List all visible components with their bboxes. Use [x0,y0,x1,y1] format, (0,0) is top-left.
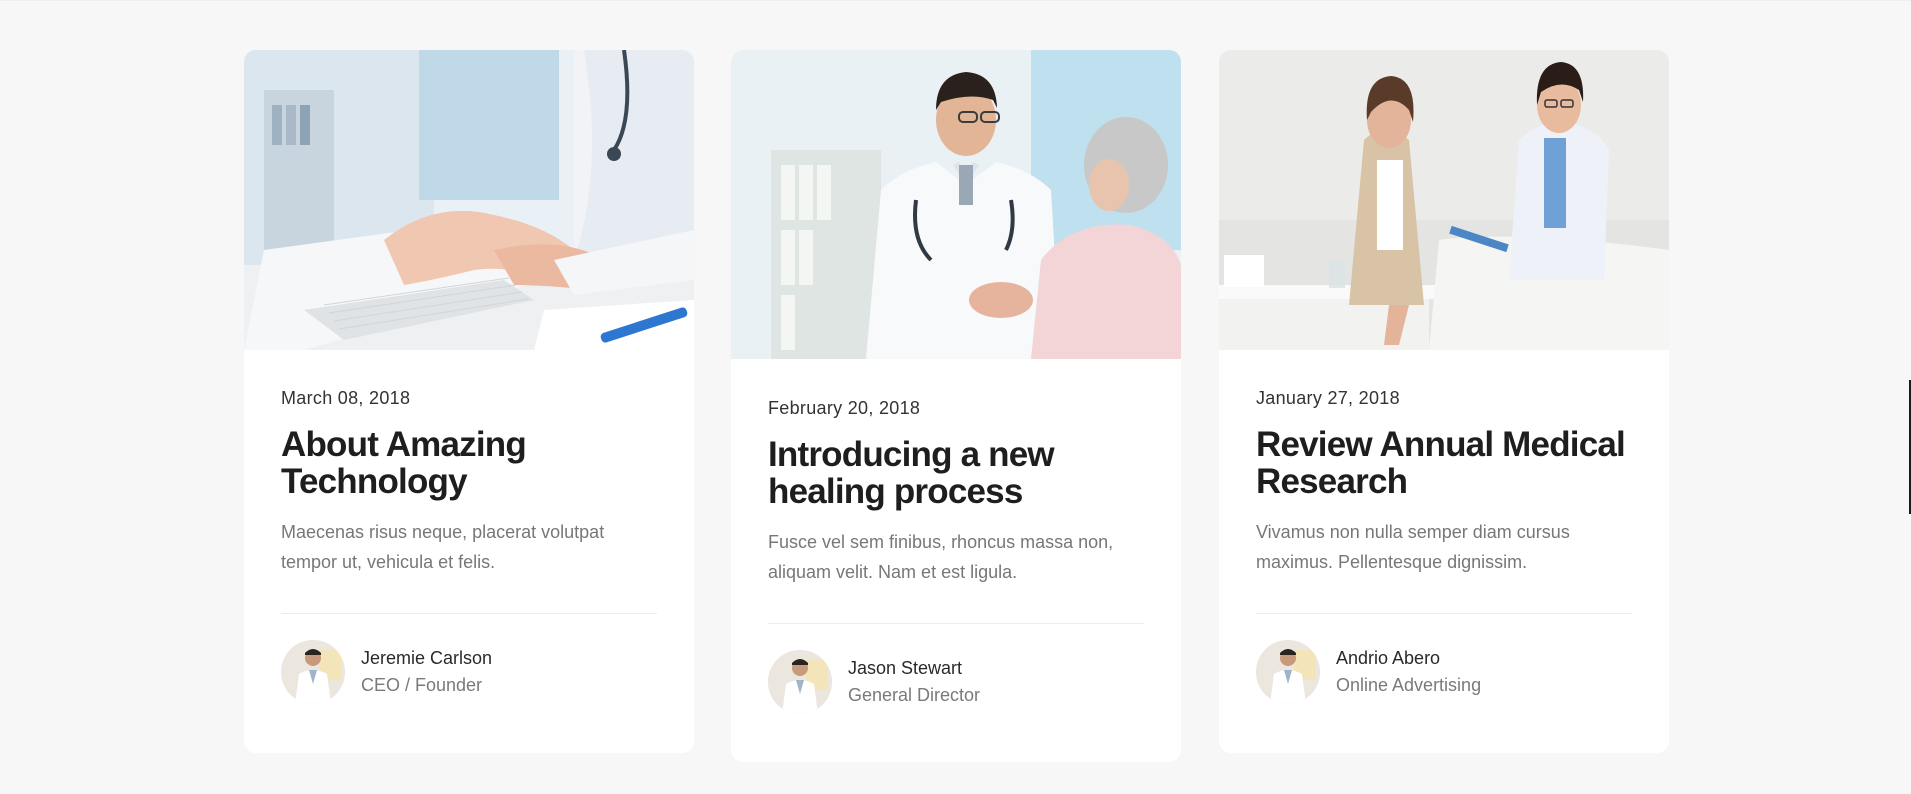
post-author: Andrio Abero Online Advertising [1256,640,1632,704]
post-title[interactable]: About Amazing Technology [281,426,657,500]
post-image-doctor-typing-laptop[interactable] [244,50,694,350]
author-role: Online Advertising [1336,675,1482,695]
author-role: General Director [848,685,981,705]
post-date: January 27, 2018 [1256,388,1400,408]
author-avatar [1256,640,1320,704]
blog-card[interactable]: January 27, 2018 Review Annual Medical R… [1219,50,1669,753]
post-image-doctor-and-patient-office[interactable] [1219,50,1669,350]
post-excerpt: Fusce vel sem finibus, rhoncus massa non… [768,532,1114,582]
post-title[interactable]: Review Annual Medical Research [1256,426,1632,500]
card-divider [281,613,657,614]
top-divider [0,0,1911,1]
post-date: February 20, 2018 [768,398,921,418]
post-author: Jeremie Carlson CEO / Founder [281,640,657,704]
card-divider [768,623,1144,624]
post-excerpt: Vivamus non nulla semper diam cursus max… [1256,522,1570,572]
card-divider [1256,613,1632,614]
post-date: March 08, 2018 [281,388,411,408]
post-title[interactable]: Introducing a new healing process [768,436,1144,510]
author-avatar [281,640,345,704]
author-role: CEO / Founder [361,675,483,695]
post-excerpt: Maecenas risus neque, placerat volutpat … [281,522,605,572]
author-name[interactable]: Jeremie Carlson [361,645,492,671]
author-name[interactable]: Jason Stewart [848,655,980,681]
post-author: Jason Stewart General Director [768,650,1144,714]
author-avatar [768,650,832,714]
author-name[interactable]: Andrio Abero [1336,645,1481,671]
post-image-doctor-with-patient[interactable] [731,50,1181,359]
blog-card[interactable]: February 20, 2018 Introducing a new heal… [731,50,1181,762]
blog-card[interactable]: March 08, 2018 About Amazing Technology … [244,50,694,753]
